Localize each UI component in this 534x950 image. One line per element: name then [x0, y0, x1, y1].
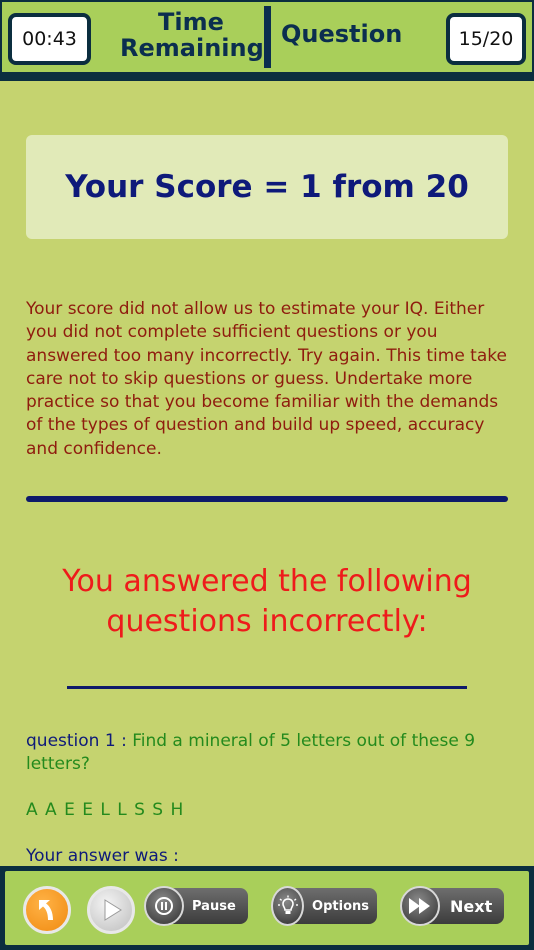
lightbulb-icon	[277, 895, 298, 914]
pause-button[interactable]: Pause	[144, 886, 248, 926]
section-divider	[26, 496, 508, 502]
play-icon	[104, 899, 122, 921]
time-remaining-line1: Time	[158, 8, 224, 36]
options-label: Options	[312, 898, 369, 914]
incorrect-question-item: question 1 : Find a mineral of 5 letters…	[26, 730, 496, 776]
fast-forward-icon	[409, 898, 430, 914]
pause-icon	[155, 897, 173, 915]
pause-label: Pause	[192, 898, 236, 914]
score-title: Your Score = 1 from 20	[65, 169, 469, 205]
options-icon-circle	[271, 886, 305, 926]
result-message: Your score did not allow us to estimate …	[26, 299, 507, 459]
question-label: Question	[281, 20, 403, 48]
question-letters: A A E E L L S S H	[26, 800, 185, 820]
incorrect-questions-title: You answered the following questions inc…	[62, 564, 472, 639]
question-number-label: question 1 :	[26, 731, 127, 751]
next-icon-circle	[400, 886, 440, 926]
your-answer-label: Your answer was :	[26, 846, 179, 866]
timer-display: 00:43	[8, 13, 91, 65]
question-counter: 15/20	[446, 13, 526, 65]
back-button[interactable]	[23, 886, 71, 934]
score-card: Your Score = 1 from 20	[26, 135, 508, 239]
options-button[interactable]: Options	[271, 886, 377, 926]
back-arrow-icon	[39, 900, 53, 920]
pause-icon-circle	[144, 886, 184, 926]
time-remaining-label: Time Remaining	[120, 8, 264, 62]
play-button[interactable]	[87, 886, 135, 934]
time-remaining-line2: Remaining	[120, 34, 264, 62]
next-label: Next	[450, 896, 493, 916]
title-underline	[67, 686, 467, 689]
next-button[interactable]: Next	[400, 886, 504, 926]
header-bar: 00:43 Time Remaining Question 15/20	[0, 0, 534, 81]
header-divider	[264, 6, 271, 68]
